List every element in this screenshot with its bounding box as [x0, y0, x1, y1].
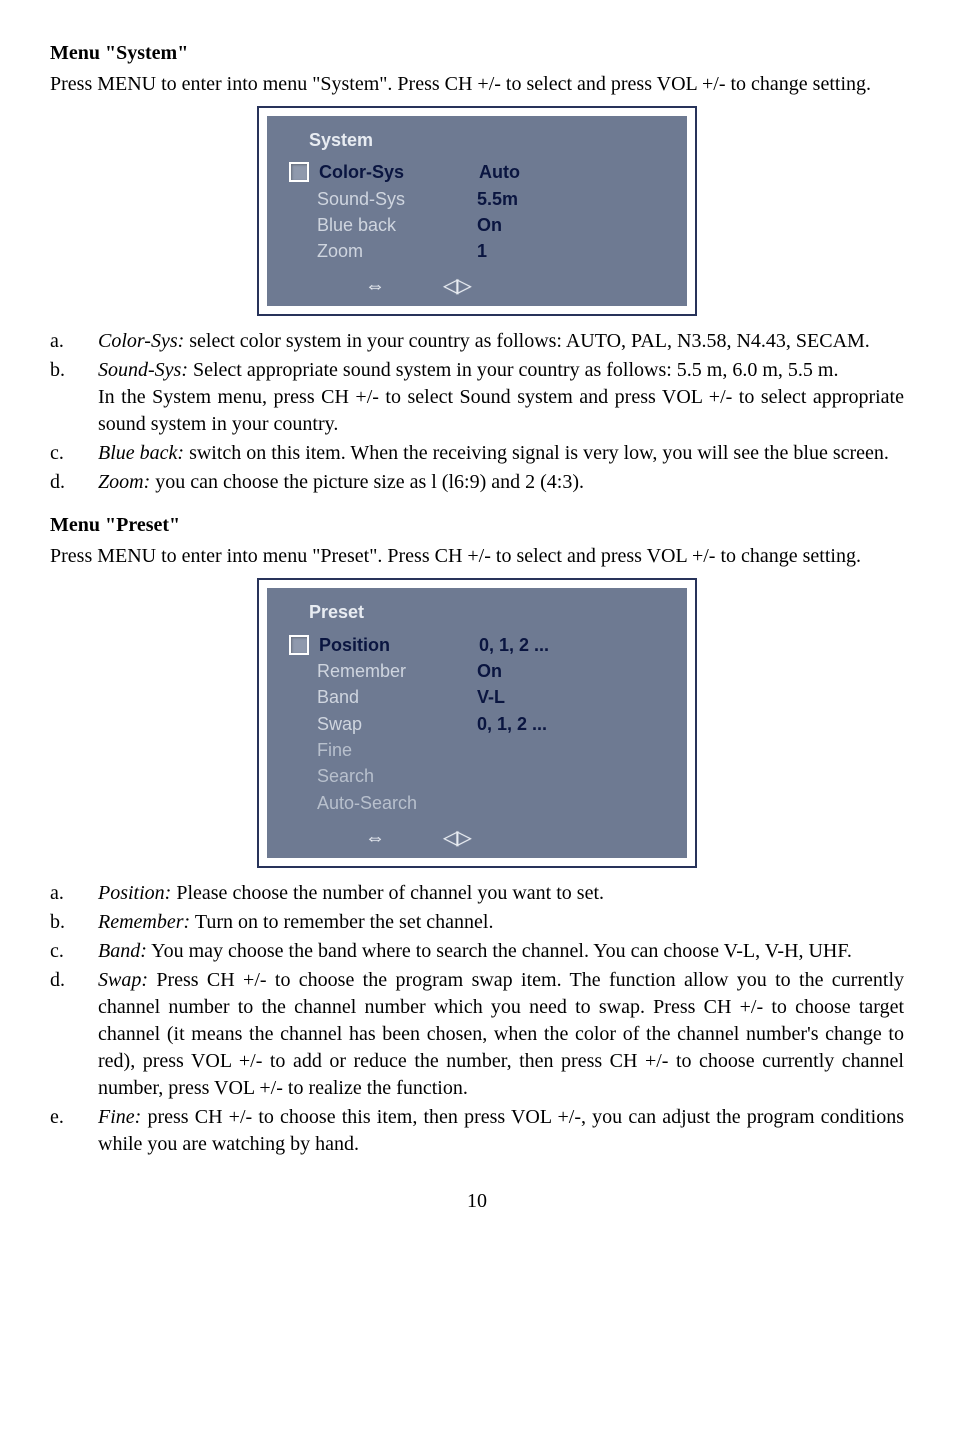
text: you can choose the picture size as l (l6… [150, 471, 584, 493]
page-number: 10 [50, 1188, 904, 1215]
term: Position: [98, 882, 171, 904]
list-item: a. Color-Sys: select color system in you… [50, 328, 904, 355]
system-menu-panel: System Color-Sys Auto Sound-Sys 5.5m Blu… [267, 116, 687, 306]
arrow-updown-icon[interactable]: ⇔ [365, 825, 383, 852]
menu-label: Remember [317, 659, 477, 683]
list-subtext: In the System menu, press CH +/- to sele… [98, 384, 904, 438]
menu-row-blue-back[interactable]: Blue back On [289, 213, 669, 237]
menu-value: Auto [479, 160, 520, 184]
list-item: d. Zoom: you can choose the picture size… [50, 469, 904, 496]
list-marker: b. [50, 357, 98, 438]
menu-label: Search [317, 764, 477, 788]
list-marker: d. [50, 469, 98, 496]
list-item: a. Position: Please choose the number of… [50, 880, 904, 907]
intro-system: Press MENU to enter into menu "System". … [50, 71, 904, 98]
menu-label: Position [319, 633, 479, 657]
list-marker: a. [50, 328, 98, 355]
system-menu-title: System [309, 128, 669, 152]
menu-value: 0, 1, 2 ... [477, 712, 547, 736]
menu-row-color-sys[interactable]: Color-Sys Auto [289, 160, 669, 184]
nav-arrows: ⇔ ◁▷ [365, 825, 669, 852]
menu-row-swap[interactable]: Swap 0, 1, 2 ... [289, 712, 669, 736]
menu-value: On [477, 659, 502, 683]
menu-label: Swap [317, 712, 477, 736]
menu-row-auto-search[interactable]: Auto-Search [289, 791, 669, 815]
menu-label: Zoom [317, 239, 477, 263]
menu-label: Band [317, 685, 477, 709]
menu-label: Fine [317, 738, 477, 762]
menu-row-remember[interactable]: Remember On [289, 659, 669, 683]
term: Swap: [98, 969, 148, 991]
menu-value: V-L [477, 685, 505, 709]
text: select color system in your country as f… [184, 330, 870, 352]
term: Remember: [98, 911, 190, 933]
list-item: d. Swap: Press CH +/- to choose the prog… [50, 967, 904, 1102]
list-marker: d. [50, 967, 98, 1102]
text: press CH +/- to choose this item, then p… [98, 1106, 904, 1155]
list-marker: c. [50, 440, 98, 467]
preset-menu-border: Preset Position 0, 1, 2 ... Remember On … [257, 578, 697, 867]
text: Select appropriate sound system in your … [188, 359, 838, 381]
arrow-leftright-icon[interactable]: ◁▷ [443, 825, 470, 852]
menu-label: Sound-Sys [317, 187, 477, 211]
term: Blue back: [98, 442, 184, 464]
list-marker: c. [50, 938, 98, 965]
menu-value: On [477, 213, 502, 237]
list-marker: b. [50, 909, 98, 936]
text: Turn on to remember the set channel. [190, 911, 493, 933]
nav-arrows: ⇔ ◁▷ [365, 273, 669, 300]
heading-preset: Menu "Preset" [50, 512, 904, 539]
list-item: e. Fine: press CH +/- to choose this ite… [50, 1104, 904, 1158]
list-item: c. Band: You may choose the band where t… [50, 938, 904, 965]
menu-row-band[interactable]: Band V-L [289, 685, 669, 709]
intro-preset: Press MENU to enter into menu "Preset". … [50, 543, 904, 570]
menu-row-position[interactable]: Position 0, 1, 2 ... [289, 633, 669, 657]
arrow-updown-icon[interactable]: ⇔ [365, 273, 383, 300]
heading-system: Menu "System" [50, 40, 904, 67]
menu-value: 0, 1, 2 ... [479, 633, 549, 657]
text: You may choose the band where to search … [147, 940, 852, 962]
text: switch on this item. When the receiving … [184, 442, 889, 464]
menu-value: 1 [477, 239, 487, 263]
system-menu-figure: System Color-Sys Auto Sound-Sys 5.5m Blu… [50, 106, 904, 316]
selection-indicator-icon [289, 635, 309, 655]
term: Fine: [98, 1106, 141, 1128]
list-body: Position: Please choose the number of ch… [98, 880, 904, 907]
preset-definitions: a. Position: Please choose the number of… [50, 880, 904, 1158]
text: Please choose the number of channel you … [171, 882, 604, 904]
menu-row-fine[interactable]: Fine [289, 738, 669, 762]
list-body: Fine: press CH +/- to choose this item, … [98, 1104, 904, 1158]
system-menu-border: System Color-Sys Auto Sound-Sys 5.5m Blu… [257, 106, 697, 316]
menu-value: 5.5m [477, 187, 518, 211]
list-marker: a. [50, 880, 98, 907]
menu-row-zoom[interactable]: Zoom 1 [289, 239, 669, 263]
list-body: Remember: Turn on to remember the set ch… [98, 909, 904, 936]
preset-menu-title: Preset [309, 600, 669, 624]
list-marker: e. [50, 1104, 98, 1158]
list-item: b. Remember: Turn on to remember the set… [50, 909, 904, 936]
preset-menu-panel: Preset Position 0, 1, 2 ... Remember On … [267, 588, 687, 857]
term: Sound-Sys: [98, 359, 188, 381]
selection-indicator-icon [289, 162, 309, 182]
menu-row-search[interactable]: Search [289, 764, 669, 788]
term: Color-Sys: [98, 330, 184, 352]
menu-label: Color-Sys [319, 160, 479, 184]
arrow-leftright-icon[interactable]: ◁▷ [443, 273, 470, 300]
menu-row-sound-sys[interactable]: Sound-Sys 5.5m [289, 187, 669, 211]
preset-menu-figure: Preset Position 0, 1, 2 ... Remember On … [50, 578, 904, 867]
term: Band: [98, 940, 147, 962]
list-body: Blue back: switch on this item. When the… [98, 440, 904, 467]
list-item: b. Sound-Sys: Select appropriate sound s… [50, 357, 904, 438]
system-definitions: a. Color-Sys: select color system in you… [50, 328, 904, 496]
text: Press CH +/- to choose the program swap … [98, 969, 904, 1099]
list-item: c. Blue back: switch on this item. When … [50, 440, 904, 467]
menu-label: Auto-Search [317, 791, 477, 815]
list-body: Zoom: you can choose the picture size as… [98, 469, 904, 496]
list-body: Swap: Press CH +/- to choose the program… [98, 967, 904, 1102]
list-body: Color-Sys: select color system in your c… [98, 328, 904, 355]
term: Zoom: [98, 471, 150, 493]
menu-label: Blue back [317, 213, 477, 237]
list-body: Sound-Sys: Select appropriate sound syst… [98, 357, 904, 438]
list-body: Band: You may choose the band where to s… [98, 938, 904, 965]
